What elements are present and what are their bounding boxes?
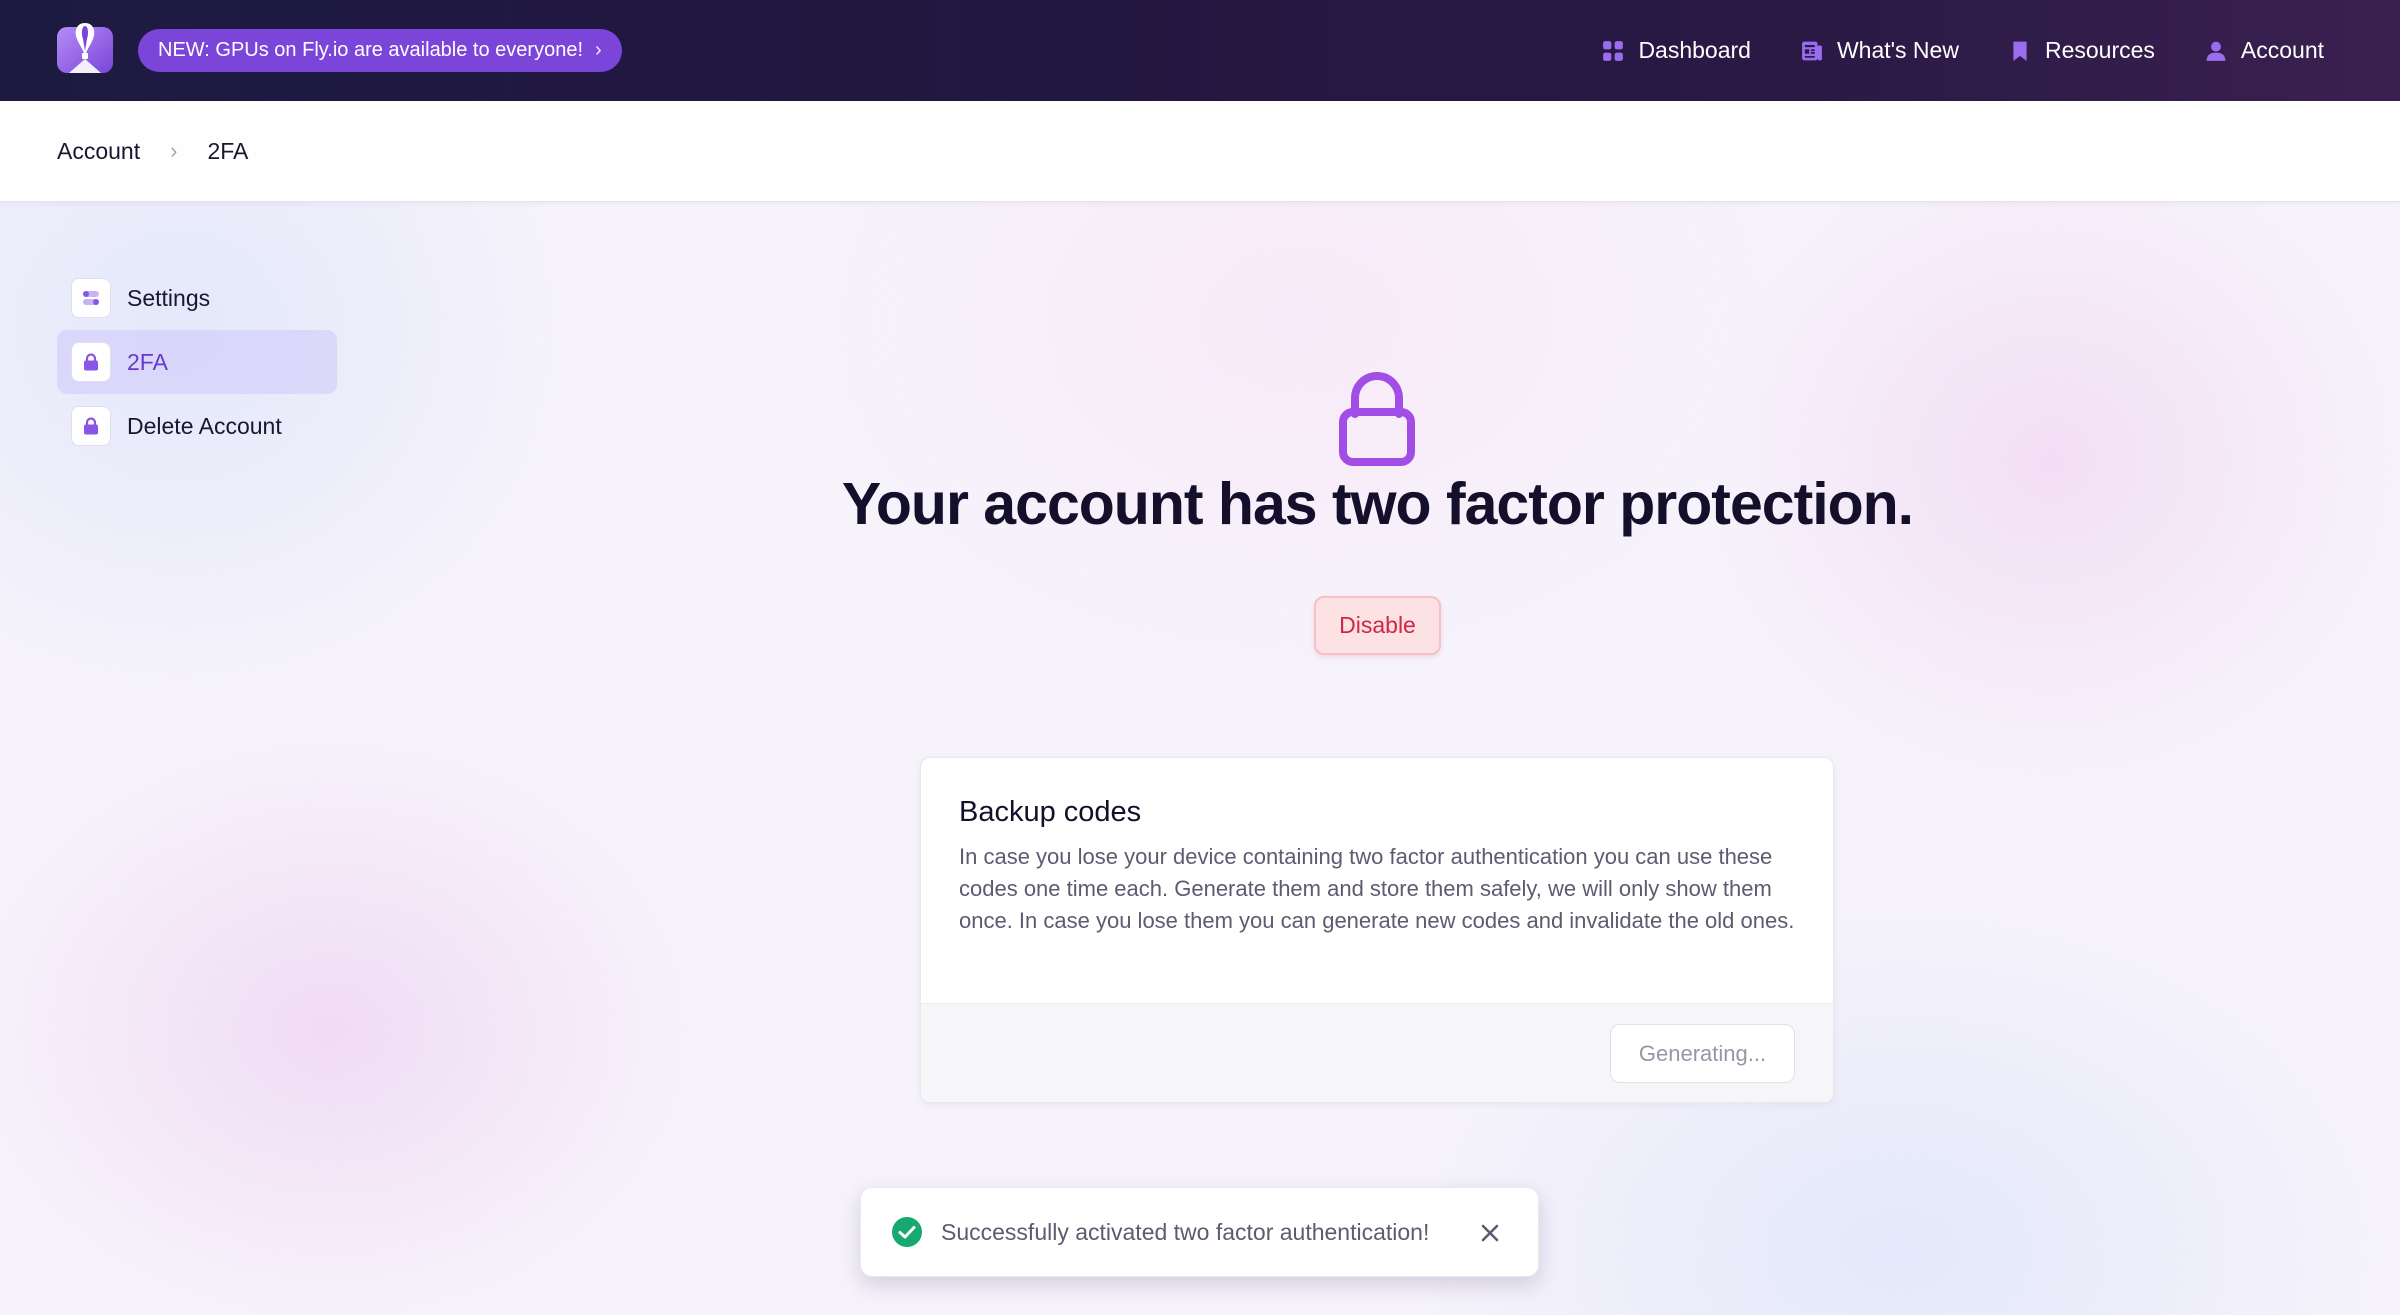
disable-2fa-button[interactable]: Disable: [1314, 596, 1441, 655]
grid-icon: [1603, 40, 1624, 61]
bookmark-icon: [2013, 41, 2027, 61]
sidebar-item-label: Settings: [127, 284, 211, 311]
nav-account[interactable]: Account: [2205, 37, 2324, 64]
nav-account-label: Account: [2240, 37, 2324, 63]
nav-whats-new[interactable]: What's New: [1801, 37, 1959, 64]
top-navbar: NEW: GPUs on Fly.io are available to eve…: [0, 0, 2400, 101]
nav-dashboard-label: Dashboard: [1638, 37, 1751, 63]
backup-codes-card: Backup codes In case you lose your devic…: [920, 757, 1834, 1103]
backup-codes-body: Backup codes In case you lose your devic…: [921, 758, 1833, 1005]
nav-resources[interactable]: Resources: [2009, 37, 2155, 64]
close-icon[interactable]: [1476, 1219, 1504, 1247]
newspaper-icon: [1802, 41, 1822, 60]
chevron-right-icon: ›: [595, 39, 602, 61]
breadcrumb-2fa[interactable]: 2FA: [207, 138, 248, 165]
sidebar-item-label: Delete Account: [127, 412, 282, 439]
lock-icon: [71, 406, 111, 446]
announcement-pill[interactable]: NEW: GPUs on Fly.io are available to eve…: [138, 29, 622, 72]
backup-codes-footer: Generating...: [921, 1003, 1833, 1102]
sidebar-item-delete-account[interactable]: Delete Account: [57, 394, 337, 458]
lock-icon: [1339, 372, 1415, 466]
backup-codes-title: Backup codes: [959, 796, 1142, 828]
fly-balloon-logo[interactable]: [57, 23, 113, 73]
breadcrumb: Account › 2FA: [0, 101, 2400, 202]
toggles-icon: [71, 278, 111, 318]
sidebar-item-settings[interactable]: Settings: [57, 266, 337, 330]
success-toast: Successfully activated two factor authen…: [860, 1187, 1539, 1277]
toast-message: Successfully activated two factor authen…: [941, 1218, 1430, 1245]
chevron-right-icon: ›: [170, 138, 178, 163]
announcement-text: NEW: GPUs on Fly.io are available to eve…: [158, 39, 583, 61]
page-title: Your account has two factor protection.: [841, 471, 1914, 537]
backup-codes-description: In case you lose your device containing …: [959, 844, 1795, 933]
nav-links: Dashboard What's New Resources Account: [1602, 0, 2324, 101]
user-icon: [2206, 41, 2226, 61]
breadcrumb-account[interactable]: Account: [57, 138, 140, 165]
sidebar-item-2fa[interactable]: 2FA: [57, 330, 337, 394]
check-circle-icon: [892, 1217, 922, 1247]
nav-whats-new-label: What's New: [1836, 37, 1959, 63]
sidebar-item-label: 2FA: [127, 348, 168, 375]
generate-codes-button[interactable]: Generating...: [1610, 1024, 1795, 1083]
nav-resources-label: Resources: [2044, 37, 2155, 63]
nav-dashboard[interactable]: Dashboard: [1602, 37, 1751, 64]
lock-icon: [71, 342, 111, 382]
sidebar: Settings 2FA Delete Account: [57, 266, 337, 458]
